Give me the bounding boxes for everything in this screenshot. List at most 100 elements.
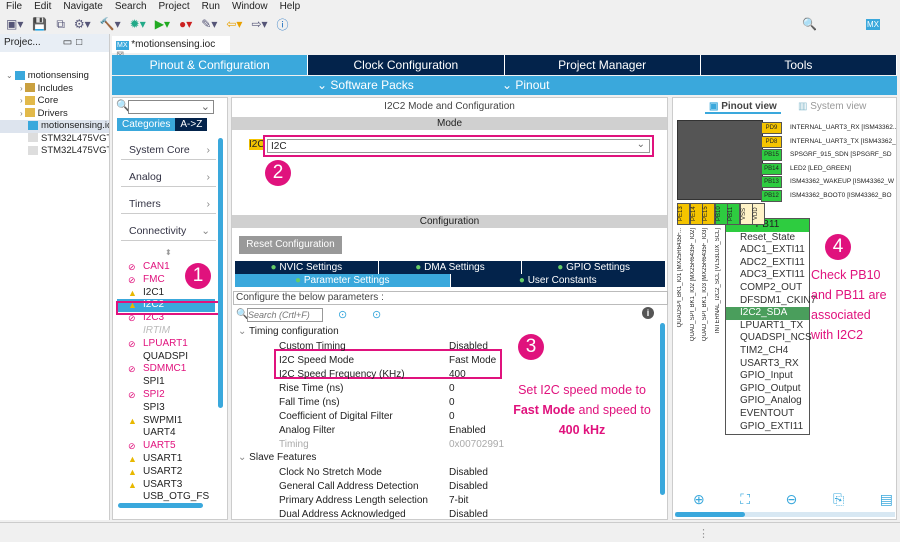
pin-function-usart3_rx[interactable]: USART3_RX	[726, 358, 809, 371]
parameter-value[interactable]: Fast Mode	[449, 354, 496, 368]
tab-pinout-configuration[interactable]: Pinout & Configuration	[112, 55, 309, 75]
pin-function-quadspi_ncs[interactable]: QUADSPI_NCS	[726, 332, 812, 345]
pin-pb13[interactable]: PB13	[761, 176, 782, 188]
pinout-menu[interactable]: ⌄ Pinout	[502, 76, 549, 95]
peripheral-usart1[interactable]: ▲ USART1	[117, 453, 215, 466]
peripheral-spi2[interactable]: ⊘ SPI2	[117, 389, 215, 402]
tree-item[interactable]: ⌄ motionsensing	[0, 70, 109, 83]
peripheral-uart5[interactable]: ⊘ UART5	[117, 440, 215, 453]
reset-configuration-button[interactable]: Reset Configuration	[239, 236, 342, 254]
project-explorer-title[interactable]: Projec...	[4, 37, 41, 49]
tab-categories[interactable]: Categories	[117, 118, 176, 131]
peripheral-spi3[interactable]: SPI3	[117, 402, 215, 415]
info-icon[interactable]: ⓘ	[277, 16, 289, 33]
parameter-value[interactable]: 0	[449, 410, 455, 424]
tab-user-constants[interactable]: ● User Constants	[450, 274, 666, 287]
run-icon[interactable]: ▶▾	[155, 17, 170, 31]
parameter-scrollbar[interactable]	[660, 323, 665, 495]
save-icon[interactable]: 💾	[32, 17, 47, 31]
parameter-row[interactable]: I2C Speed Mode Fast Mode	[279, 354, 579, 368]
pin-function-reset_state[interactable]: Reset_State	[726, 232, 809, 245]
pin-pe14[interactable]: PE14	[689, 203, 703, 225]
tree-item[interactable]: › Drivers	[0, 108, 109, 121]
parameter-value[interactable]: 400	[449, 368, 466, 382]
zoom-out-icon[interactable]: ⊖	[786, 491, 798, 508]
export-icon[interactable]: ⎘	[833, 491, 844, 508]
parameter-value[interactable]: 0x00702991	[449, 438, 504, 452]
category-h-scrollbar[interactable]	[118, 503, 203, 508]
tree-item[interactable]: › Core	[0, 95, 109, 108]
peripheral-usart2[interactable]: ▲ USART2	[117, 466, 215, 479]
parameter-row[interactable]: Custom Timing Disabled	[279, 340, 579, 354]
pin-function-adc3_exti11[interactable]: ADC3_EXTI11	[726, 269, 809, 282]
parameter-row[interactable]: I2C Speed Frequency (KHz) 400	[279, 368, 579, 382]
pinout-h-scrollbar[interactable]	[675, 512, 895, 517]
tree-item[interactable]: STM32L475VGTX_	[0, 145, 109, 158]
pin-function-gpio_input[interactable]: GPIO_Input	[726, 370, 809, 383]
parameter-value[interactable]: Enabled	[449, 424, 486, 438]
tab-nvic-settings[interactable]: ● NVIC Settings	[235, 261, 379, 274]
parameter-row[interactable]: Clock No Stretch Mode Disabled	[279, 466, 579, 480]
chevron-down-icon[interactable]: ⌄	[6, 71, 13, 80]
chevron-right-icon[interactable]: ›	[20, 109, 23, 118]
pin-pb10[interactable]: PB10	[714, 203, 728, 225]
new-icon[interactable]: ▣▾	[6, 17, 23, 31]
maximize-icon[interactable]: □	[76, 37, 82, 49]
pin-function-tim2_ch4[interactable]: TIM2_CH4	[726, 345, 809, 358]
pin-pe13[interactable]: PE13	[677, 203, 690, 225]
drag-handle-icon[interactable]: ⋮	[698, 527, 709, 540]
menu-navigate[interactable]: Navigate	[63, 0, 102, 14]
parameter-value[interactable]: Disabled	[449, 340, 488, 354]
pin-function-comp2_out[interactable]: COMP2_OUT	[726, 282, 809, 295]
pin-function-gpio_analog[interactable]: GPIO_Analog	[726, 395, 809, 408]
section-header[interactable]: ⌄ Timing configuration	[238, 326, 339, 337]
chevron-right-icon[interactable]: ›	[20, 96, 23, 105]
parameter-value[interactable]: Disabled	[449, 466, 488, 480]
tab-project-manager[interactable]: Project Manager	[504, 55, 701, 75]
pin-function-adc1_exti11[interactable]: ADC1_EXTI11	[726, 244, 809, 257]
pin-function-dfsdm1_ckin7[interactable]: DFSDM1_CKIN7	[726, 295, 816, 308]
pin-pb11[interactable]: PB11	[727, 203, 740, 225]
peripheral-usart3[interactable]: ▲ USART3	[117, 479, 215, 492]
peripheral-spi1[interactable]: SPI1	[117, 376, 215, 389]
section-header[interactable]: ⌄ Slave Features	[238, 452, 316, 463]
parameter-row[interactable]: Rise Time (ns) 0	[279, 382, 579, 396]
forward-icon[interactable]: ⇨▾	[251, 17, 267, 31]
previous-icon[interactable]: ⊙	[338, 308, 347, 321]
menu-search[interactable]: Search	[115, 0, 147, 14]
software-packs-menu[interactable]: ⌄ Software Packs	[317, 76, 414, 95]
category-timers[interactable]: Timers ›	[121, 194, 216, 214]
parameter-row[interactable]: Coefficient of Digital Filter 0	[279, 410, 579, 424]
parameter-value[interactable]: 0	[449, 382, 455, 396]
parameter-row[interactable]: Analog Filter Enabled	[279, 424, 579, 438]
pin-pd9[interactable]: PD9	[761, 122, 782, 134]
parameter-value[interactable]: 7-bit	[449, 494, 468, 508]
menu-run[interactable]: Run	[202, 0, 220, 14]
debug-icon[interactable]: ✹▾	[130, 17, 146, 31]
external-tools-icon[interactable]: ●▾	[179, 17, 192, 31]
menu-help[interactable]: Help	[280, 0, 301, 14]
parameter-row[interactable]: Primary Address Length selection 7-bit	[279, 494, 579, 508]
pin-function-gpio_exti11[interactable]: GPIO_EXTI11	[726, 421, 809, 434]
pin-vss[interactable]: VSS	[739, 203, 753, 225]
tab-pinout-view[interactable]: ▣ Pinout view	[705, 101, 781, 114]
pin-function-lpuart1_tx[interactable]: LPUART1_TX	[726, 320, 809, 333]
editor-tab[interactable]: MX *motionsensing.ioc ⊠	[112, 36, 230, 61]
fit-icon[interactable]: ⛶	[740, 491, 750, 508]
category-connectivity[interactable]: Connectivity ⌄	[121, 221, 216, 241]
parameter-row[interactable]: General Call Address Detection Disabled	[279, 480, 579, 494]
menu-window[interactable]: Window	[232, 0, 268, 14]
parameter-value[interactable]: 0	[449, 396, 455, 410]
menu-project[interactable]: Project	[159, 0, 190, 14]
category-analog[interactable]: Analog ›	[121, 167, 216, 187]
chevron-down-icon[interactable]: ⌄	[201, 100, 210, 113]
parameter-value[interactable]: Disabled	[449, 508, 488, 522]
pin-function-adc2_exti11[interactable]: ADC2_EXTI11	[726, 257, 809, 270]
tree-item[interactable]: STM32L475VGTX_	[0, 133, 109, 146]
pin-pb12[interactable]: PB12	[761, 189, 782, 202]
tab-clock-configuration[interactable]: Clock Configuration	[308, 55, 505, 75]
tab-dma-settings[interactable]: ● DMA Settings	[378, 261, 523, 274]
next-icon[interactable]: ⊙	[372, 308, 381, 321]
category-search-input[interactable]: ⌄	[128, 100, 214, 114]
pin-function-i2c2_sda[interactable]: I2C2_SDA	[726, 307, 809, 320]
